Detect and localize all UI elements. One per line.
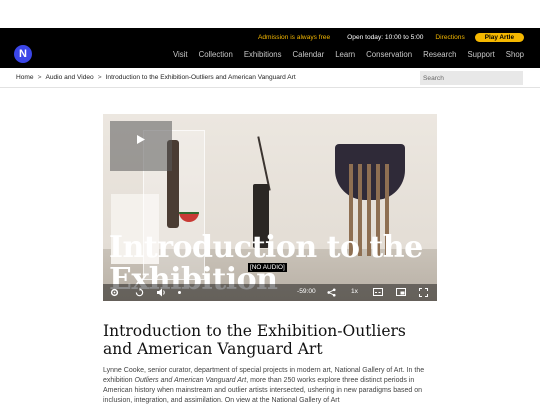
playback-speed[interactable]: 1x: [351, 288, 358, 295]
hours-text: Open today: 10:00 to 5:00: [347, 33, 424, 41]
main-nav: Visit Collection Exhibitions Calendar Le…: [162, 50, 524, 59]
replay-icon[interactable]: [135, 288, 144, 299]
breadcrumb-audio-video[interactable]: Audio and Video: [45, 74, 93, 81]
settings-icon[interactable]: [110, 288, 119, 299]
volume-icon[interactable]: [157, 288, 167, 299]
nav-item-calendar[interactable]: Calendar: [293, 50, 325, 59]
nav-item-exhibitions[interactable]: Exhibitions: [244, 50, 282, 59]
page-title: Introduction to the Exhibition-Outliers …: [103, 322, 406, 358]
utility-bar: Admission is always free Open today: 10:…: [258, 31, 524, 43]
pip-icon[interactable]: [396, 288, 406, 298]
nav-item-support[interactable]: Support: [467, 50, 494, 59]
gallery-logo[interactable]: N: [14, 45, 32, 63]
top-navigation-bar: Admission is always free Open today: 10:…: [0, 28, 540, 68]
captions-icon[interactable]: [373, 288, 383, 298]
breadcrumb: Home > Audio and Video > Introduction to…: [16, 74, 296, 81]
search-input[interactable]: [420, 71, 523, 85]
play-artle-button[interactable]: Play Artle: [474, 32, 524, 42]
admission-link[interactable]: Admission is always free: [258, 34, 330, 41]
nav-item-research[interactable]: Research: [423, 50, 456, 59]
fullscreen-icon[interactable]: [419, 288, 428, 299]
nav-item-conservation[interactable]: Conservation: [366, 50, 412, 59]
caption-text: [NO AUDIO]: [248, 263, 287, 272]
exhibition-title: Outliers and American Vanguard Art: [134, 377, 247, 384]
progress-handle[interactable]: [178, 291, 181, 294]
time-remaining: -59:00: [297, 288, 316, 295]
video-player[interactable]: Introduction to the Exhibition [NO AUDIO…: [103, 114, 437, 301]
breadcrumb-separator: >: [97, 74, 102, 81]
nav-item-visit[interactable]: Visit: [173, 50, 188, 59]
nav-item-learn[interactable]: Learn: [335, 50, 355, 59]
breadcrumb-separator: >: [37, 74, 42, 81]
video-controls: -59:00 1x: [103, 284, 437, 301]
play-icon[interactable]: [112, 123, 170, 155]
share-icon[interactable]: [327, 288, 336, 299]
nav-item-shop[interactable]: Shop: [506, 50, 524, 59]
nav-item-collection[interactable]: Collection: [199, 50, 233, 59]
directions-link[interactable]: Directions: [435, 34, 464, 41]
breadcrumb-home[interactable]: Home: [16, 74, 34, 81]
breadcrumb-current: Introduction to the Exhibition-Outliers …: [105, 74, 296, 81]
breadcrumb-bar: Home > Audio and Video > Introduction to…: [0, 68, 540, 88]
article-description: Lynne Cooke, senior curator, department …: [103, 366, 435, 405]
